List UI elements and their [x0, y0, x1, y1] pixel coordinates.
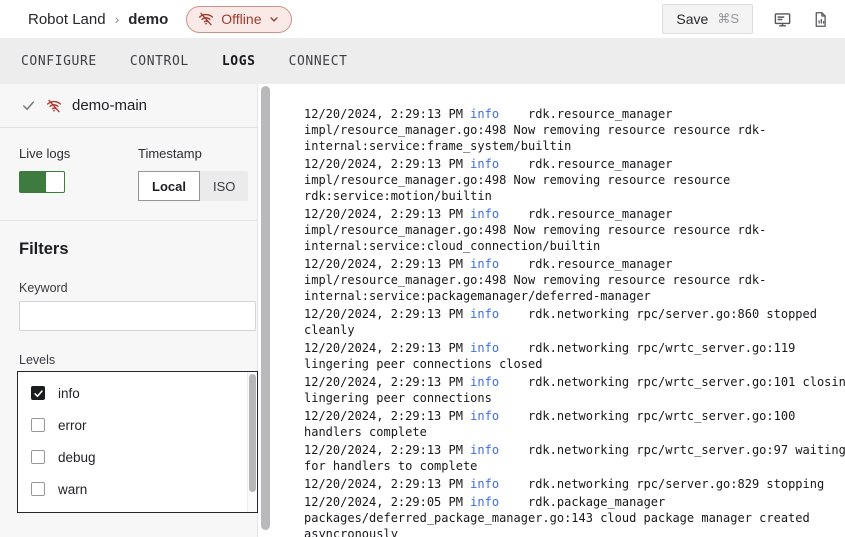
log-entry: 12/20/2024, 2:29:13 PM info rdk.networki…	[304, 442, 845, 474]
filters-title: Filters	[19, 240, 257, 259]
log-level: info	[470, 443, 499, 457]
log-timestamp: 12/20/2024, 2:29:05 PM	[304, 495, 470, 509]
check-icon	[21, 98, 36, 113]
levels-panel-scrollbar[interactable]	[247, 372, 257, 512]
level-option-label: warn	[58, 482, 87, 497]
level-option-info[interactable]: info	[18, 377, 257, 409]
level-option-label: debug	[58, 450, 96, 465]
chevron-down-icon	[268, 13, 280, 25]
level-option-error[interactable]: error	[18, 409, 257, 441]
offline-icon	[198, 11, 214, 27]
part-offline-icon	[46, 98, 62, 114]
log-timestamp: 12/20/2024, 2:29:13 PM	[304, 477, 470, 491]
log-entry: 12/20/2024, 2:29:13 PM info rdk.resource…	[304, 256, 845, 304]
checkbox-unchecked-icon[interactable]	[31, 450, 45, 464]
log-entry: 12/20/2024, 2:29:13 PM info rdk.networki…	[304, 306, 845, 338]
log-entry: 12/20/2024, 2:29:13 PM info rdk.networki…	[304, 408, 845, 440]
checkbox-unchecked-icon[interactable]	[31, 418, 45, 432]
log-message: rdk.networking rpc/server.go:829 stoppin…	[499, 477, 824, 491]
log-level: info	[470, 341, 499, 355]
monitor-icon[interactable]	[773, 10, 792, 29]
breadcrumb-org[interactable]: Robot Land	[28, 11, 106, 28]
toggle-knob	[46, 172, 64, 192]
log-level: info	[470, 157, 499, 171]
log-level: info	[470, 307, 499, 321]
live-logs-label: Live logs	[19, 146, 138, 161]
save-shortcut: ⌘S	[717, 11, 739, 27]
log-timestamp: 12/20/2024, 2:29:13 PM	[304, 157, 470, 171]
log-timestamp: 12/20/2024, 2:29:13 PM	[304, 443, 470, 457]
log-level: info	[470, 207, 499, 221]
level-option-label: error	[58, 418, 87, 433]
main-content: demo-main Live logs Timestamp Local ISO	[0, 84, 845, 537]
log-timestamp: 12/20/2024, 2:29:13 PM	[304, 375, 470, 389]
log-entry: 12/20/2024, 2:29:13 PM info rdk.networki…	[304, 374, 845, 406]
timestamp-option-iso[interactable]: ISO	[200, 171, 248, 201]
log-level: info	[470, 495, 499, 509]
live-logs-toggle[interactable]	[19, 171, 65, 193]
machine-status-badge[interactable]: Offline	[186, 6, 292, 33]
save-button[interactable]: Save ⌘S	[662, 4, 753, 34]
breadcrumb-machine: demo	[128, 11, 168, 28]
tab-bar: CONFIGURE CONTROL LOGS CONNECT	[0, 38, 845, 84]
level-option-warn[interactable]: warn	[18, 473, 257, 505]
app-window: Robot Land › demo Offline Save ⌘S	[0, 0, 845, 537]
log-entry: 12/20/2024, 2:29:13 PM info rdk.networki…	[304, 340, 845, 372]
file-chart-icon[interactable]	[812, 10, 829, 29]
log-level: info	[470, 409, 499, 423]
checkbox-checked-icon[interactable]	[31, 386, 45, 400]
timestamp-segmented-control: Local ISO	[138, 171, 248, 201]
log-timestamp: 12/20/2024, 2:29:13 PM	[304, 307, 470, 321]
levels-panel-scrollbar-thumb[interactable]	[249, 374, 256, 492]
sidebar-divider	[0, 220, 257, 221]
log-timestamp: 12/20/2024, 2:29:13 PM	[304, 341, 470, 355]
save-label: Save	[676, 11, 708, 27]
log-panel: 12/20/2024, 2:29:13 PM info rdk.resource…	[272, 84, 845, 537]
logs-sidebar: demo-main Live logs Timestamp Local ISO	[0, 84, 258, 537]
part-selector-demo-main[interactable]: demo-main	[0, 84, 257, 128]
log-scrollbar-thumb[interactable]	[261, 86, 270, 530]
keyword-label: Keyword	[19, 281, 257, 295]
log-list: 12/20/2024, 2:29:13 PM info rdk.resource…	[304, 106, 845, 537]
log-entry: 12/20/2024, 2:29:13 PM info rdk.resource…	[304, 156, 845, 204]
log-level: info	[470, 257, 499, 271]
log-entry: 12/20/2024, 2:29:05 PM info rdk.package_…	[304, 494, 845, 537]
log-level: info	[470, 375, 499, 389]
tab-logs[interactable]: LOGS	[222, 54, 256, 69]
levels-label: Levels	[19, 353, 257, 367]
timestamp-option-local[interactable]: Local	[138, 171, 200, 201]
log-controls: Live logs Timestamp Local ISO	[0, 128, 257, 201]
log-level: info	[470, 107, 499, 121]
log-scrollbar[interactable]	[258, 84, 272, 537]
keyword-input[interactable]	[19, 301, 256, 331]
breadcrumb-separator: ›	[115, 11, 120, 27]
level-option-debug[interactable]: debug	[18, 441, 257, 473]
log-timestamp: 12/20/2024, 2:29:13 PM	[304, 257, 470, 271]
tab-control[interactable]: CONTROL	[130, 54, 189, 69]
log-entry: 12/20/2024, 2:29:13 PM info rdk.networki…	[304, 476, 845, 492]
log-entry: 12/20/2024, 2:29:13 PM info rdk.resource…	[304, 206, 845, 254]
log-level: info	[470, 477, 499, 491]
log-timestamp: 12/20/2024, 2:29:13 PM	[304, 107, 470, 121]
tab-configure[interactable]: CONFIGURE	[21, 54, 97, 69]
log-timestamp: 12/20/2024, 2:29:13 PM	[304, 207, 470, 221]
timestamp-label: Timestamp	[138, 146, 248, 161]
level-option-label: info	[58, 386, 80, 401]
top-header: Robot Land › demo Offline Save ⌘S	[0, 0, 845, 38]
log-entry: 12/20/2024, 2:29:13 PM info rdk.resource…	[304, 106, 845, 154]
log-timestamp: 12/20/2024, 2:29:13 PM	[304, 409, 470, 423]
checkbox-unchecked-icon[interactable]	[31, 482, 45, 496]
status-label: Offline	[221, 11, 261, 27]
part-name: demo-main	[72, 97, 147, 114]
tab-connect[interactable]: CONNECT	[289, 54, 348, 69]
levels-dropdown-panel: info error debug warn	[17, 371, 258, 513]
breadcrumb: Robot Land › demo	[28, 11, 168, 28]
levels-option-list: info error debug warn	[18, 372, 257, 505]
